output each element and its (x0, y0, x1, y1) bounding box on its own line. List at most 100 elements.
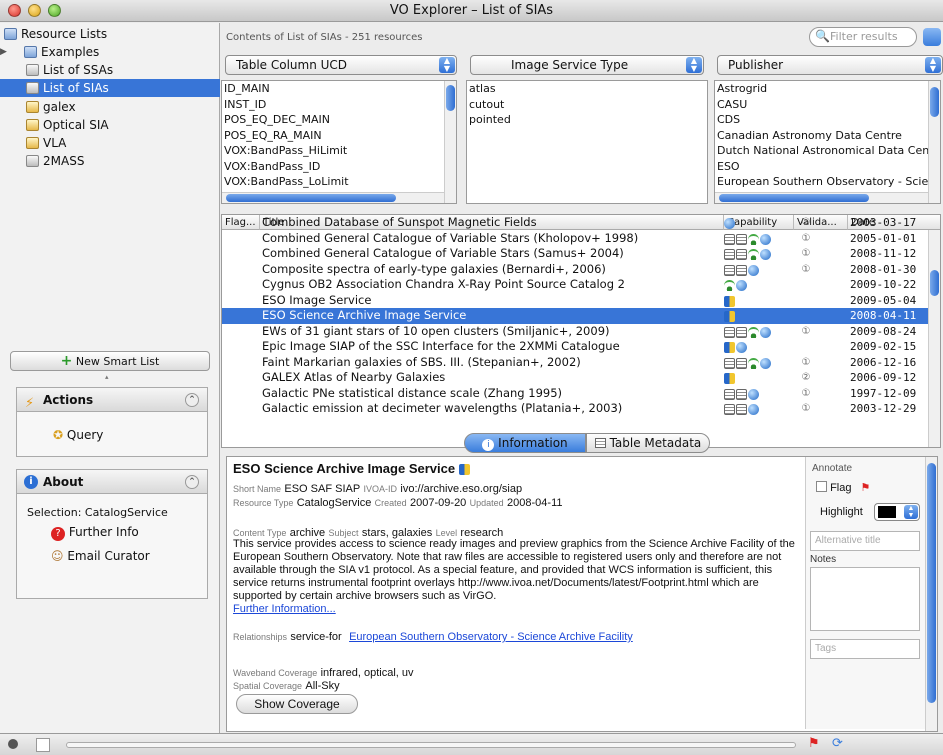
list-item[interactable]: European Southern Observatory - Scien (715, 174, 940, 190)
refresh-icon[interactable]: ⟳ (832, 736, 843, 751)
highlight-color-select[interactable]: ▲ ▼ (874, 503, 920, 521)
scroll-thumb[interactable] (930, 87, 939, 117)
table-row[interactable]: GALEX Atlas of Nearby Galaxies ② 2006-09-1… (222, 370, 930, 386)
further-information-text[interactable]: Further Information... (233, 603, 336, 615)
vertical-scrollbar[interactable] (928, 230, 940, 447)
table-row[interactable]: Cygnus OB2 Association Chandra X-Ray Poi… (222, 277, 930, 293)
type-value: CatalogService (296, 497, 372, 509)
scroll-thumb[interactable] (927, 463, 936, 703)
filter-search-field[interactable]: 🔍 Filter results (809, 27, 917, 47)
waveband-line: Waveband Coverage infrared, optical, uv (233, 665, 414, 679)
list-item[interactable]: Canadian Astronomy Data Centre (715, 128, 940, 144)
disclosure-triangle-icon[interactable]: ▶ (0, 43, 7, 61)
further-information-link[interactable]: Further Information... (233, 603, 336, 616)
list-item[interactable]: ESO (715, 159, 940, 175)
list-item[interactable]: ID_MAIN (222, 81, 456, 97)
list-item[interactable]: VOX:BandPass_LoLimit (222, 174, 456, 190)
table-row[interactable]: Combined General Catalogue of Variable S… (222, 246, 930, 262)
sidebar-item-list-of-sias[interactable]: List of SIAs (0, 79, 220, 97)
list-item[interactable]: Dutch National Astronomical Data Cente (715, 143, 940, 159)
waveband-label: Waveband Coverage (233, 668, 318, 678)
list-item[interactable]: atlas (467, 81, 707, 97)
list-item[interactable]: VOX:BandPass_ID (222, 159, 456, 175)
list-item[interactable]: INST_ID (222, 97, 456, 113)
table-row[interactable]: EWs of 31 giant stars of 10 open cluster… (222, 324, 930, 340)
collapse-icon[interactable]: ⌃ (185, 475, 199, 489)
column-select-ucd[interactable]: Table Column UCD ▲ ▼ (225, 55, 457, 75)
table-row[interactable]: Combined General Catalogue of Variable S… (222, 231, 930, 247)
list-item[interactable]: CDS (715, 112, 940, 128)
table-row[interactable]: Epic Image SIAP of the SSC Interface for… (222, 339, 930, 355)
sidebar-item-galex[interactable]: galex (0, 98, 220, 116)
table-icon (736, 326, 747, 338)
sidebar-item-optical-sia[interactable]: Optical SIA (0, 116, 220, 134)
row-validation: ① (801, 403, 811, 414)
row-title: Combined Database of Sunspot Magnetic Fi… (262, 215, 537, 229)
vertical-scrollbar[interactable] (925, 457, 937, 731)
flag-filter-icon[interactable]: ⚑ (808, 736, 820, 751)
vertical-scrollbar[interactable] (928, 81, 940, 203)
horizontal-scrollbar[interactable] (715, 192, 928, 203)
table-row[interactable]: Composite spectra of early-type galaxies… (222, 262, 930, 278)
table-row[interactable]: Combined Database of Sunspot Magnetic Fi… (222, 215, 930, 231)
list-item[interactable]: POS_EQ_RA_MAIN (222, 128, 456, 144)
table-row[interactable]: ESO Science Archive Image Service 2008-04… (222, 308, 930, 324)
scroll-thumb[interactable] (930, 270, 939, 296)
status-box[interactable] (36, 738, 50, 752)
tab-table-metadata[interactable]: Table Metadata (586, 433, 710, 453)
table-row[interactable]: ESO Image Service 2009-05-04 (222, 293, 930, 309)
list-item[interactable]: cutout (467, 97, 707, 113)
alternative-title-field[interactable]: Alternative title (810, 531, 920, 551)
folder-icon (4, 28, 17, 40)
table-icon (736, 233, 747, 245)
table-row[interactable]: Galactic PNe statistical distance scale … (222, 386, 930, 402)
sidebar-item-resource-lists[interactable]: Resource Lists (0, 25, 220, 43)
smart-list-icon (26, 101, 39, 113)
scroll-thumb[interactable] (446, 85, 455, 111)
sidebar-item-label: List of SSAs (43, 63, 114, 77)
sidebar-item-2mass[interactable]: 2MASS (0, 152, 220, 170)
table-row[interactable]: Galactic emission at decimeter wavelengt… (222, 401, 930, 417)
minimize-window-button[interactable] (28, 4, 41, 17)
close-window-button[interactable] (8, 4, 21, 17)
column-select-service-type[interactable]: Image Service Type ▲ ▼ (470, 55, 704, 75)
new-smart-list-button[interactable]: + New Smart List (10, 351, 210, 371)
column-select-publisher[interactable]: Publisher ▲ ▼ (717, 55, 943, 75)
collapse-icon[interactable]: ⌃ (185, 393, 199, 407)
tab-information[interactable]: i Information (464, 433, 586, 453)
email-curator-link[interactable]: ☺ Email Curator (51, 549, 150, 563)
ucd-listbox[interactable]: ID_MAIN INST_ID POS_EQ_DEC_MAIN POS_EQ_R… (221, 80, 457, 204)
list-icon (26, 155, 39, 167)
tags-field[interactable]: Tags (810, 639, 920, 659)
scroll-thumb[interactable] (719, 194, 869, 202)
relationship-target-link[interactable]: European Southern Observatory - Science … (349, 631, 633, 643)
sidebar-item-examples[interactable]: ▶ Examples (0, 43, 220, 61)
list-item[interactable]: Astrogrid (715, 81, 940, 97)
row-date: 2009-10-22 (850, 278, 917, 291)
split-handle-icon[interactable]: ▴ (105, 373, 109, 381)
notes-field[interactable] (810, 567, 920, 631)
new-smart-list-label: New Smart List (75, 355, 160, 368)
scroll-thumb[interactable] (226, 194, 396, 202)
table-row[interactable]: Faint Markarian galaxies of SBS. III. (S… (222, 355, 930, 371)
show-coverage-button[interactable]: Show Coverage (236, 694, 358, 714)
progress-bar (66, 742, 796, 748)
checkbox[interactable] (816, 481, 827, 492)
horizontal-scrollbar[interactable] (222, 192, 444, 203)
publisher-listbox[interactable]: Astrogrid CASU CDS Canadian Astronomy Da… (714, 80, 941, 204)
query-action[interactable]: ✪ Query (53, 428, 103, 442)
sidebar-item-list-of-ssas[interactable]: List of SSAs (0, 61, 220, 79)
eject-icon[interactable] (923, 28, 941, 46)
sidebar-item-vla[interactable]: VLA (0, 134, 220, 152)
list-item[interactable]: CASU (715, 97, 940, 113)
list-item[interactable]: pointed (467, 112, 707, 128)
vertical-scrollbar[interactable] (444, 81, 456, 203)
list-item[interactable]: VOX:BandPass_HiLimit (222, 143, 456, 159)
list-item[interactable]: POS_EQ_DEC_MAIN (222, 112, 456, 128)
about-header[interactable]: i About ⌃ (17, 470, 207, 494)
flag-checkbox[interactable]: Flag ⚑ (816, 481, 870, 494)
service-type-listbox[interactable]: atlas cutout pointed (466, 80, 708, 204)
actions-header[interactable]: ⚡ Actions ⌃ (17, 388, 207, 412)
further-info-link[interactable]: ? Further Info (51, 525, 139, 541)
zoom-window-button[interactable] (48, 4, 61, 17)
